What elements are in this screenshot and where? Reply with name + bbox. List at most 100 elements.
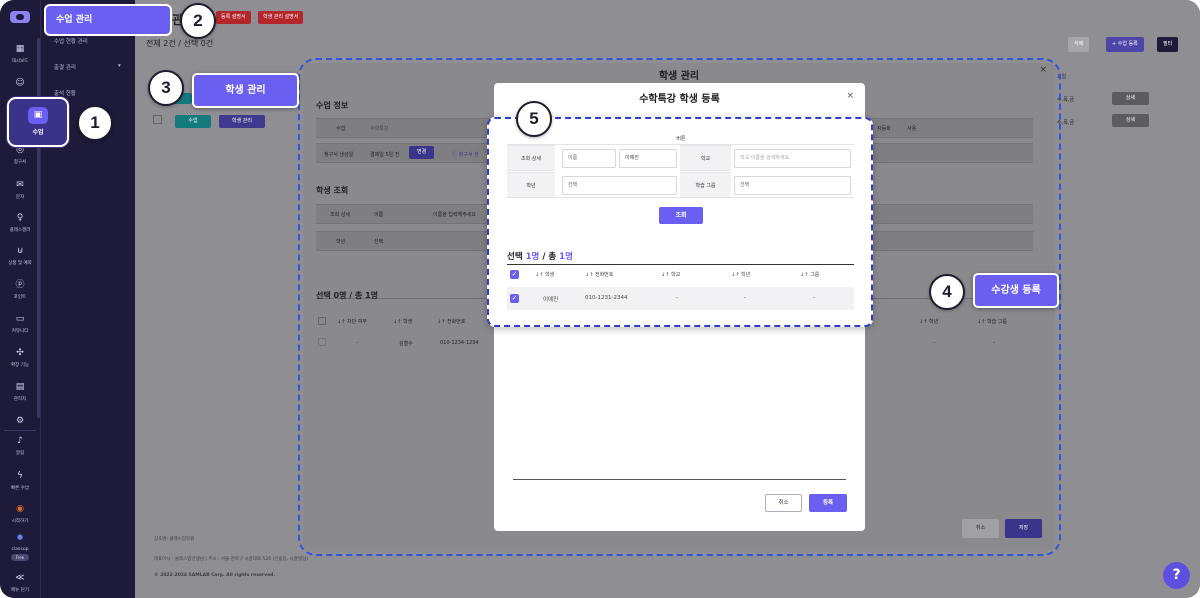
admin-icon: ▤ (15, 382, 25, 392)
main-sidebar: ▦ 대시보드 ☺ ◎ 청구서 ✉ 문자 ♀ 클래스갤러 ⊍ 상품 및 예약 ⓟ 포인트 ▭ 커… (0, 0, 40, 598)
add-class-button[interactable]: + 수업 등록 (1106, 37, 1144, 52)
step-badge-3: 3 (148, 70, 184, 106)
gear-icon: ⚙ (15, 416, 25, 426)
sidebar-item-community[interactable]: ▭ 커뮤니티 (0, 314, 40, 335)
chat-icon: ▭ (15, 314, 25, 324)
sidebar-item-notifications[interactable]: ♪ 알림 (0, 436, 40, 457)
row-student: 이예진 (543, 297, 559, 303)
sidebar-item-start[interactable]: ◉ 시작하기 (0, 504, 40, 525)
group-label: 학습 그룹 (695, 183, 716, 189)
help-button[interactable]: ? (1163, 562, 1190, 589)
row-group: - (813, 295, 815, 301)
delete-button[interactable]: 삭제 (1068, 37, 1090, 52)
submenu-sidebar: 수업 현황 관리 출결 관리 ▾ 출석 현황 (40, 0, 135, 598)
school-search-input[interactable]: 학교 이름을 검색하세요. (734, 149, 851, 168)
sidebar-item-extensions[interactable]: ✣ 확장 기능 (0, 348, 40, 369)
card-sub-label: 버튼 (676, 136, 686, 142)
col-grade: ↓↑ 학년 (731, 272, 751, 278)
class-button[interactable]: 수업 (175, 115, 211, 128)
users-icon: ☺ (15, 78, 25, 88)
sidebar-divider (4, 430, 36, 431)
bolt-icon: ϟ (17, 471, 23, 481)
sidebar-item-users[interactable]: ☺ (0, 78, 40, 90)
register-modal-title: 수학특강 학생 등록 (639, 94, 720, 105)
classup-icon: ● (16, 533, 24, 541)
row-school: - (676, 295, 678, 301)
step-badge-1: 1 (77, 105, 113, 141)
sidebar-item-dashboard[interactable]: ▦ 대시보드 (0, 44, 40, 65)
col-school: ↓↑ 학교 (661, 272, 681, 278)
footer-copyright: © 2022-2024 SAMLAB Corp. All rights rese… (154, 573, 276, 578)
puzzle-icon: ✣ (16, 348, 24, 358)
sidebar-item-class[interactable]: ▣ 수업 (7, 97, 69, 147)
app-frame: 등록 설명서 학생 관리 설명서 전체 2건 / 선택 0건 삭제 + 수업 등… (0, 0, 1200, 598)
grid-icon: ▦ (15, 44, 25, 54)
sort-icon: ↓↑ (800, 272, 810, 278)
sidebar-item-products[interactable]: ⊍ 상품 및 예약 (0, 246, 40, 267)
chevron-down-icon: ▾ (118, 63, 121, 69)
submenu-item-attendance[interactable]: 출결 관리 ▾ (54, 63, 121, 71)
search-button[interactable]: 조회 (659, 207, 703, 224)
table-row[interactable] (507, 287, 854, 310)
grade-label: 학년 (526, 183, 536, 189)
row-phone: 010-1231-2344 (585, 295, 628, 301)
table-top-border (507, 264, 854, 265)
row-grade: - (744, 295, 746, 301)
bag-icon: ⊍ (16, 246, 24, 256)
mail-icon: ✉ (16, 180, 24, 190)
footer-address: 대표이사 : 클래스업선생님 | 주소 : 서울 관악구 시흥대로 526 (신… (154, 557, 308, 562)
col-phone: ↓↑ 전화번호 (585, 272, 614, 278)
collapse-icon: ≪ (15, 573, 25, 583)
submenu-item-status[interactable]: 수업 현황 관리 (54, 37, 88, 45)
sidebar-item-message[interactable]: ✉ 문자 (0, 180, 40, 201)
class-icon: ♀ (16, 213, 24, 223)
enroll-callout[interactable]: 수강생 등록 (973, 273, 1059, 308)
sidebar-item-settings[interactable]: ⚙ (0, 416, 40, 428)
point-icon: ⓟ (15, 280, 25, 290)
step-badge-5: 5 (516, 101, 552, 137)
row1-detail-button[interactable]: 상세 (1112, 92, 1149, 105)
student-manage-callout[interactable]: 학생 관리 (192, 73, 299, 108)
class-row-checkbox[interactable] (153, 115, 162, 124)
student-manage-small-button[interactable]: 학생 관리 (219, 115, 265, 128)
bell-icon: ♪ (17, 436, 23, 446)
search-name-input[interactable]: 이예진 (619, 149, 677, 168)
selection-count: 선택 1명 / 총 1명 (507, 252, 573, 262)
submenu-item-attendance-status[interactable]: 출석 현황 (54, 89, 76, 97)
register-submit-button[interactable]: 등록 (809, 494, 847, 512)
close-icon[interactable]: × (846, 91, 854, 101)
sort-icon: ↓↑ (585, 272, 595, 278)
sort-icon: ↓↑ (731, 272, 741, 278)
group-select[interactable]: 선택 (734, 176, 851, 195)
footer-company: 상호명: 클래스업학원 (154, 537, 195, 542)
sidebar-item-billing[interactable]: ◎ 청구서 (0, 145, 40, 166)
register-cancel-button[interactable]: 취소 (765, 494, 802, 512)
step-badge-4: 4 (929, 274, 965, 310)
col-student: ↓↑ 학생 (535, 272, 555, 278)
filter-button[interactable]: 필터 (1157, 37, 1179, 52)
select-all-checkbox[interactable]: ✓ (510, 270, 519, 279)
row-checkbox[interactable]: ✓ (510, 294, 519, 303)
grade-select[interactable]: 선택 (562, 176, 677, 195)
col-group: ↓↑ 그룹 (800, 272, 820, 278)
sort-icon: ↓↑ (661, 272, 671, 278)
manage-guide-button[interactable]: 학생 관리 설명서 (258, 11, 304, 24)
sidebar-item-collapse[interactable]: ≪ 메뉴 닫기 (0, 573, 40, 594)
plan-badge: Free (11, 554, 29, 561)
register-modal-divider (513, 479, 846, 480)
row2-detail-button[interactable]: 상세 (1112, 114, 1149, 127)
search-detail-label: 조회 상세 (521, 156, 541, 162)
logo-icon[interactable] (10, 11, 30, 23)
sidebar-item-points[interactable]: ⓟ 포인트 (0, 280, 40, 301)
school-label: 학교 (700, 156, 711, 162)
sidebar-item-admin[interactable]: ▤ 관리자 (0, 382, 40, 403)
step-badge-2: 2 (180, 3, 216, 39)
count-line: 전체 2건 / 선택 0건 (146, 39, 214, 48)
sidebar-item-classup[interactable]: ● classup (0, 532, 40, 553)
submenu-item-class-manage[interactable]: 수업 관리 (44, 4, 172, 36)
sort-icon: ↓↑ (535, 272, 545, 278)
sidebar-item-class-gallery[interactable]: ♀ 클래스갤러 (0, 213, 40, 234)
search-option-select[interactable]: 이름 (562, 149, 616, 168)
sidebar-item-quick-pay[interactable]: ϟ 빠른 수납 (0, 471, 40, 492)
register-guide-button[interactable]: 등록 설명서 (216, 11, 251, 24)
